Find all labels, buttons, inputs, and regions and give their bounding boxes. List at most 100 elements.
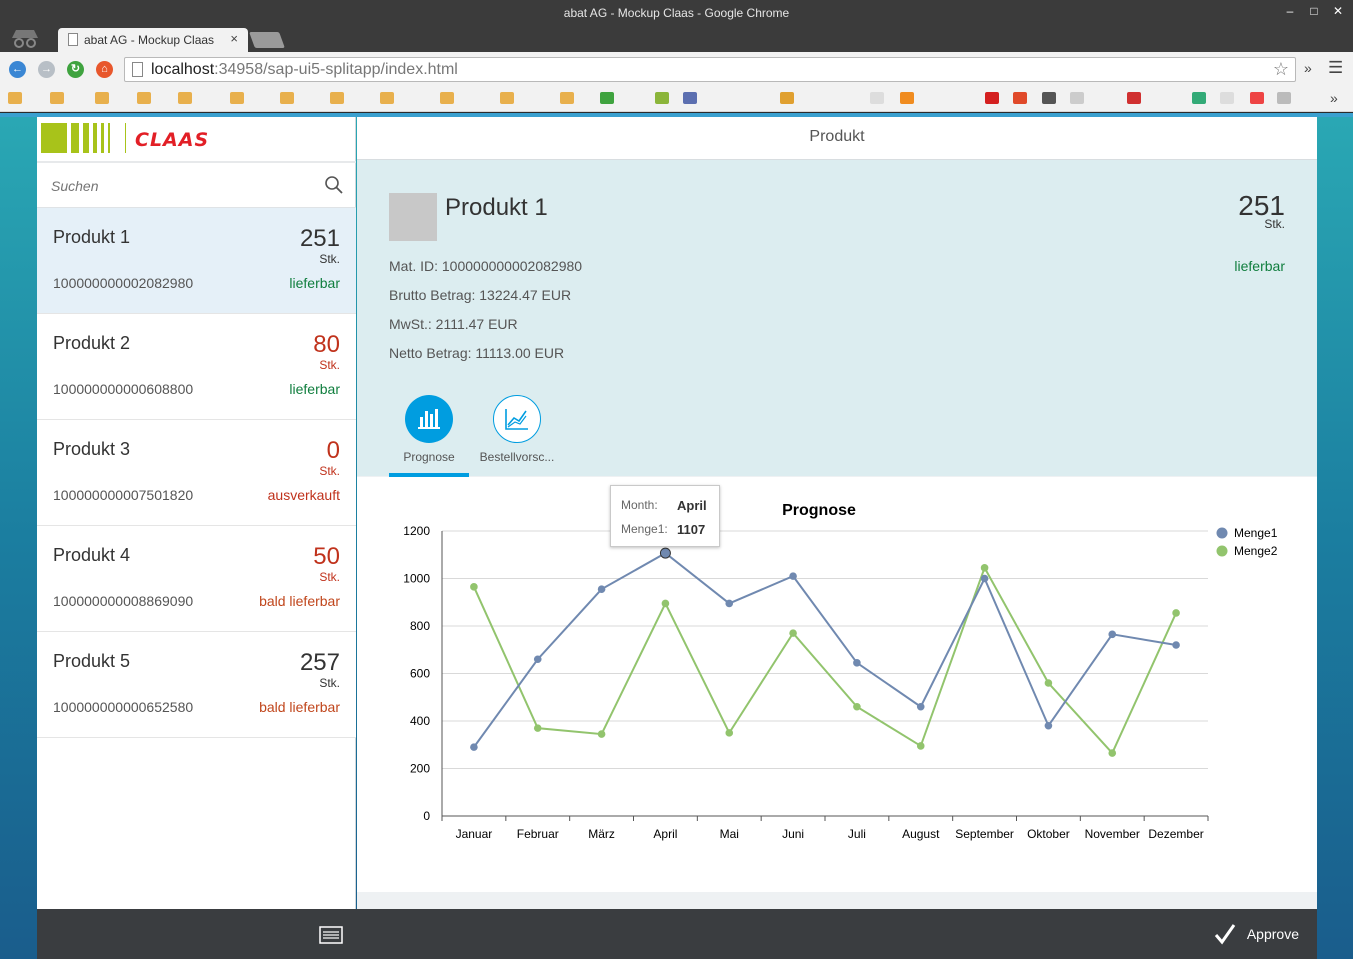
tooltip-value: 1107 <box>677 522 706 537</box>
bookmark-icon[interactable] <box>500 92 514 104</box>
tab-prognose[interactable]: Prognose <box>389 395 469 477</box>
data-point-menge1 <box>789 572 797 580</box>
bookmark-icon[interactable] <box>8 92 22 104</box>
series-line-menge1 <box>473 551 1177 748</box>
maximize-button[interactable]: □ <box>1305 4 1323 18</box>
data-point-menge2 <box>533 724 542 732</box>
bookmark-icon[interactable] <box>178 92 192 104</box>
bookmark-icon[interactable] <box>95 92 109 104</box>
browser-toolbar: ← → ↻ ⌂ localhost:34958/sap-ui5-splitapp… <box>0 52 1353 86</box>
bookmark-icon[interactable] <box>1250 92 1264 104</box>
data-point-menge1 <box>470 743 478 751</box>
url-text: localhost:34958/sap-ui5-splitapp/index.h… <box>151 61 458 78</box>
back-icon[interactable]: ← <box>9 61 26 78</box>
tab-label: abat AG - Mockup Claas <box>84 33 215 47</box>
bookmark-icon[interactable] <box>1013 92 1027 104</box>
bookmark-icon[interactable] <box>380 92 394 104</box>
detail-header-title: Produkt <box>357 117 1317 160</box>
list-item[interactable]: Produkt 1 251 Stk. 100000000002082980 li… <box>37 208 356 314</box>
bookmark-icon[interactable] <box>900 92 914 104</box>
item-count: 50 <box>313 543 340 570</box>
bookmark-icon[interactable] <box>1042 92 1056 104</box>
item-id: 100000000007501820 <box>53 487 194 503</box>
item-unit: Stk. <box>319 676 340 690</box>
bookmark-icon[interactable] <box>1192 92 1206 104</box>
tab-label: Bestellvorsc... <box>479 450 555 464</box>
data-point-menge2 <box>725 729 734 737</box>
home-icon[interactable]: ⌂ <box>96 61 113 78</box>
bookmark-icon[interactable] <box>50 92 64 104</box>
tooltip-value-key: Menge1: <box>621 522 668 536</box>
detail-panel: Produkt Produkt 1 251 Stk. lieferbar Mat… <box>357 117 1317 909</box>
bookmarks-overflow-icon[interactable]: » <box>1330 90 1338 106</box>
list-item[interactable]: Produkt 4 50 Stk. 100000000008869090 bal… <box>37 526 356 632</box>
item-status: bald lieferbar <box>259 593 340 609</box>
y-tick-label: 200 <box>410 762 430 776</box>
x-tick-label: Februar <box>517 827 559 841</box>
forward-icon[interactable]: → <box>38 61 55 78</box>
address-bar[interactable]: localhost:34958/sap-ui5-splitapp/index.h… <box>124 57 1296 82</box>
item-count: 257 <box>299 649 340 676</box>
data-point-menge2 <box>470 583 478 591</box>
search-input[interactable] <box>51 175 311 197</box>
footer-bar: Approve <box>37 909 1317 959</box>
approve-button[interactable]: Approve <box>1209 922 1299 946</box>
list-item[interactable]: Produkt 5 257 Stk. 100000000000652580 ba… <box>37 632 356 738</box>
bookmark-icon[interactable] <box>985 92 999 104</box>
browser-tab[interactable]: abat AG - Mockup Claas × <box>58 28 248 52</box>
x-tick-label: September <box>955 827 1014 841</box>
bookmark-icon[interactable] <box>1220 92 1234 104</box>
item-title: Produkt 5 <box>53 651 131 671</box>
item-id: 100000000002082980 <box>53 275 194 291</box>
data-point-menge1 <box>1044 721 1053 730</box>
bookmark-icon[interactable] <box>560 92 574 104</box>
legend-label-menge2: Menge2 <box>1234 544 1278 558</box>
search-icon[interactable] <box>324 175 344 195</box>
close-window-button[interactable]: ✕ <box>1329 4 1347 18</box>
reload-icon[interactable]: ↻ <box>67 61 84 78</box>
tooltip-month-value: April <box>677 498 707 513</box>
bookmark-icon[interactable] <box>440 92 454 104</box>
y-tick-label: 400 <box>410 714 430 728</box>
item-unit: Stk. <box>319 464 340 478</box>
menu-icon[interactable]: ☰ <box>1328 58 1343 78</box>
new-tab-button[interactable] <box>249 32 285 48</box>
item-title: Produkt 4 <box>53 545 131 565</box>
data-point-menge2 <box>980 564 989 572</box>
bookmark-icon[interactable] <box>1277 92 1291 104</box>
bookmark-icon[interactable] <box>870 92 884 104</box>
attribute-netto: Netto Betrag: 11113.00 EUR <box>389 345 565 361</box>
legend-marker-menge2 <box>1216 545 1228 557</box>
list-item[interactable]: Produkt 2 80 Stk. 100000000000608800 lie… <box>37 314 356 420</box>
x-tick-label: April <box>653 827 677 841</box>
window-titlebar: abat AG - Mockup Claas - Google Chrome –… <box>0 0 1353 28</box>
window-title: abat AG - Mockup Claas - Google Chrome <box>563 6 790 20</box>
master-panel: CLAAS Produkt 1 251 Stk. 100000000002082… <box>37 117 356 909</box>
minimize-button[interactable]: – <box>1281 4 1299 18</box>
x-tick-label: Dezember <box>1148 827 1203 841</box>
item-status: bald lieferbar <box>259 699 340 715</box>
bookmark-icon[interactable] <box>683 92 697 104</box>
bookmark-icon[interactable] <box>780 92 794 104</box>
bookmark-icon[interactable] <box>280 92 294 104</box>
extensions-overflow-icon[interactable]: » <box>1304 60 1312 76</box>
bookmark-icon[interactable] <box>600 92 614 104</box>
tab-bestellvorschlag[interactable]: Bestellvorsc... <box>477 395 557 475</box>
bookmark-icon[interactable] <box>1070 92 1084 104</box>
bookmark-icon[interactable] <box>1127 92 1141 104</box>
bookmark-icon[interactable] <box>655 92 669 104</box>
tooltip-month-key: Month: <box>621 498 658 512</box>
bookmark-icon[interactable] <box>230 92 244 104</box>
tab-close-icon[interactable]: × <box>230 31 238 46</box>
bookmark-icon[interactable] <box>330 92 344 104</box>
list-item[interactable]: Produkt 3 0 Stk. 100000000007501820 ausv… <box>37 420 356 526</box>
master-toggle-icon[interactable] <box>319 926 343 944</box>
bookmark-star-icon[interactable]: ☆ <box>1273 59 1289 80</box>
product-image-placeholder <box>389 193 437 241</box>
bookmark-icon[interactable] <box>137 92 151 104</box>
icon-tab-bar: Prognose Bestellvorsc... <box>389 395 589 477</box>
x-tick-label: Januar <box>456 827 493 841</box>
item-unit: Stk. <box>319 570 340 584</box>
data-point-menge1 <box>853 659 861 667</box>
data-point-menge1 <box>725 599 734 608</box>
